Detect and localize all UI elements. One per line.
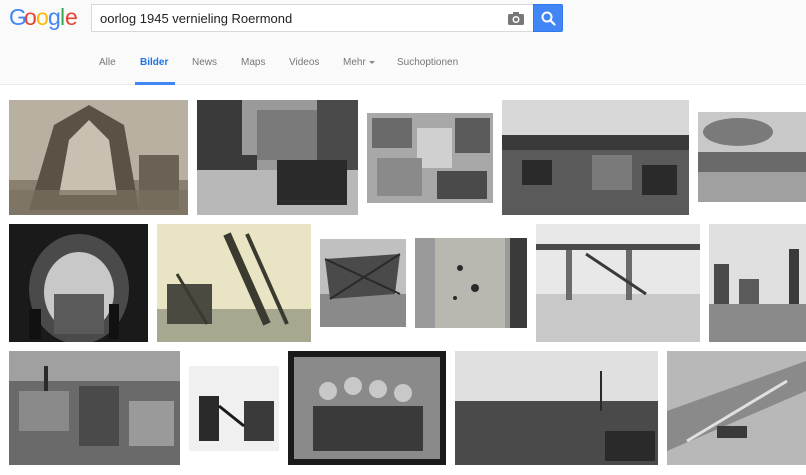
svg-text:o: o	[24, 5, 36, 30]
image-result[interactable]	[709, 224, 806, 342]
street-tanks-image	[197, 100, 358, 215]
ruined-street-image	[709, 224, 806, 342]
camera-icon[interactable]	[508, 11, 524, 25]
river-bridge-image	[536, 224, 700, 342]
tab-suchoptionen[interactable]: Suchoptionen	[397, 57, 458, 68]
image-result[interactable]	[9, 100, 188, 215]
aerial-city-image	[9, 351, 180, 465]
search-box[interactable]: oorlog 1945 vernieling Roermond	[91, 4, 533, 32]
image-result[interactable]	[157, 224, 311, 342]
search-button[interactable]	[533, 4, 563, 32]
smoke-town-image	[698, 112, 806, 202]
aerial-road-image	[667, 351, 806, 465]
damaged-pillar-image	[415, 238, 527, 328]
group-boys-image	[288, 351, 446, 465]
bridge-collapse-small-image	[189, 366, 279, 451]
tab-alle[interactable]: Alle	[99, 57, 116, 68]
tab-mehr-label: Mehr	[343, 57, 366, 68]
image-results-grid	[0, 85, 806, 475]
svg-text:l: l	[60, 5, 65, 30]
image-result[interactable]	[9, 224, 148, 342]
collapsed-bridge-image	[320, 239, 406, 327]
header: G o o g l e oorlog 1945 vernieling Roerm…	[0, 0, 806, 40]
image-result[interactable]	[415, 238, 527, 328]
image-result[interactable]	[189, 366, 279, 451]
chevron-down-icon	[368, 60, 375, 64]
aerial-ruins-image	[367, 113, 493, 203]
search-input[interactable]: oorlog 1945 vernieling Roermond	[100, 11, 292, 26]
tab-videos[interactable]: Videos	[289, 57, 319, 68]
tabs-bar: Alle Bilder News Maps Videos Mehr Suchop…	[0, 40, 806, 85]
destroyed-town-image	[502, 100, 689, 215]
image-result[interactable]	[9, 351, 180, 465]
google-logo[interactable]: G o o g l e	[9, 4, 79, 38]
tab-bilder[interactable]: Bilder	[140, 57, 168, 68]
svg-text:o: o	[36, 5, 48, 30]
crowd-street-image	[455, 351, 658, 465]
tunnel-people-image	[9, 224, 148, 342]
image-result[interactable]	[667, 351, 806, 465]
ruined-church-image	[9, 100, 188, 215]
tab-news[interactable]: News	[192, 57, 217, 68]
tab-maps[interactable]: Maps	[241, 57, 265, 68]
google-logo-wordmark: G o o g l e	[9, 4, 78, 30]
image-result[interactable]	[197, 100, 358, 215]
image-result[interactable]	[698, 112, 806, 202]
image-result[interactable]	[320, 239, 406, 327]
image-result[interactable]	[367, 113, 493, 203]
image-result[interactable]	[288, 351, 446, 465]
image-result[interactable]	[502, 100, 689, 215]
bridge-wreck-image	[157, 224, 311, 342]
tab-mehr[interactable]: Mehr	[343, 57, 375, 68]
image-result[interactable]	[536, 224, 700, 342]
svg-text:g: g	[48, 5, 60, 30]
svg-text:e: e	[65, 5, 77, 30]
image-result[interactable]	[455, 351, 658, 465]
search-icon	[541, 11, 556, 26]
